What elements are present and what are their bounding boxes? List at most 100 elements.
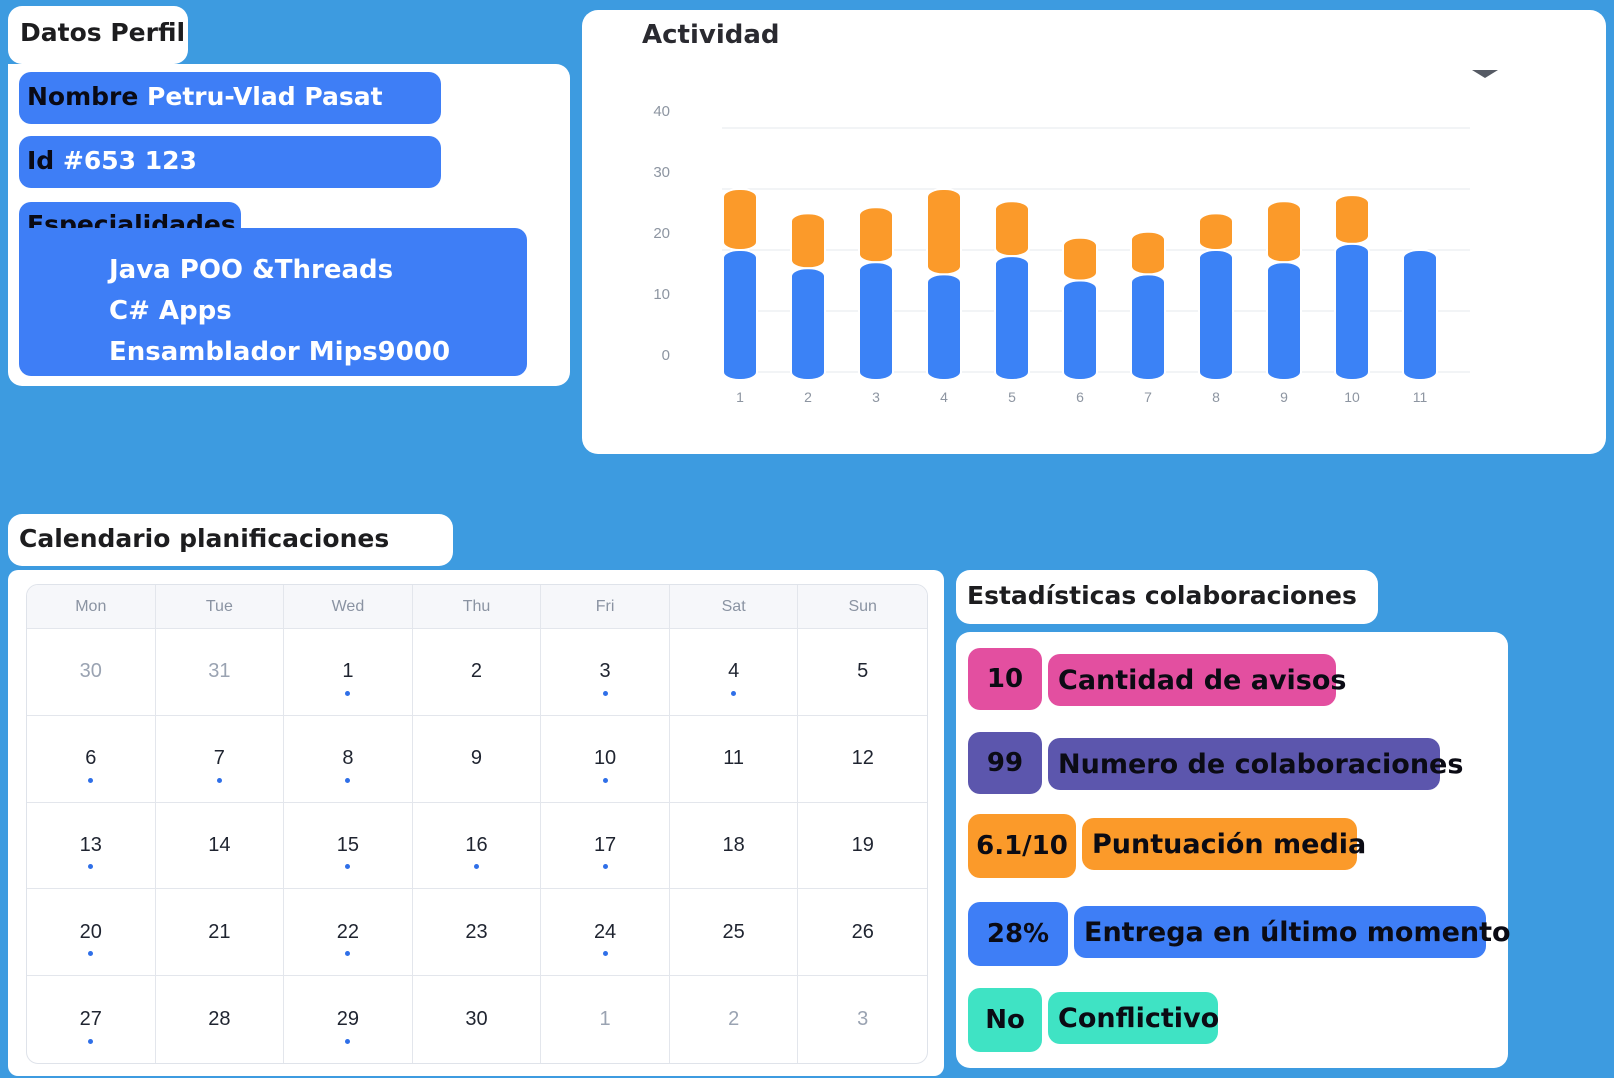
calendar-day[interactable]: 25: [669, 889, 799, 977]
activity-card: Actividad 0 10 20 30 40 1 2 3 4 5 6 7 8 9 10 11: [582, 10, 1606, 454]
calendar-day[interactable]: 27: [27, 976, 156, 1063]
calendar-day[interactable]: 15: [284, 802, 413, 890]
calendar-day-number: 3: [857, 1008, 869, 1031]
profile-id-row: Id #653 123: [19, 136, 441, 188]
calendar-grid: Mon Tue Wed Thu Fri Sat Sun 30 31 1 2 3 4 5 6 7 8 9 10 11 12…: [26, 584, 928, 1064]
calendar-day-number: 6: [85, 747, 97, 770]
profile-id-value: #653 123: [62, 146, 197, 175]
chart-x-tick-label: 11: [1413, 389, 1428, 405]
calendar-day[interactable]: 10: [541, 715, 670, 803]
calendar-day[interactable]: 20: [27, 889, 156, 977]
activity-chart: 0 10 20 30 40 1 2 3 4 5 6 7 8 9 10 11: [653, 103, 1470, 405]
chart-x-tick-label: 3: [872, 389, 880, 405]
calendar-day[interactable]: 4: [669, 629, 799, 716]
stat-label-notices: Cantidad de avisos: [1048, 654, 1347, 706]
stat-value-notices: 10: [968, 648, 1042, 710]
chart-bar: [1334, 242, 1370, 381]
calendar-day[interactable]: 21: [155, 889, 285, 977]
calendar-title: Calendario planificaciones: [19, 524, 390, 553]
calendar-day-number: 30: [79, 660, 102, 683]
calendar-day-number: 18: [722, 833, 745, 856]
specialty-item: Ensamblador Mips9000: [109, 337, 451, 367]
profile-section-title: Datos Perfil: [20, 18, 186, 47]
calendar-day[interactable]: 28: [156, 976, 285, 1063]
stat-value-last-minute: 28%: [968, 902, 1068, 966]
chart-y-tick-label: 30: [653, 164, 670, 181]
calendar-day-number: 1: [599, 1008, 611, 1031]
chart-bar: [926, 273, 962, 381]
calendar-day[interactable]: 17: [541, 802, 670, 890]
event-dot: [345, 864, 351, 870]
calendar-day[interactable]: 5: [798, 629, 927, 716]
chart-x-tick-label: 1: [736, 389, 744, 405]
calendar-day-number: 19: [851, 833, 874, 856]
stat-value-collaborations: 99: [968, 732, 1042, 794]
calendar-day[interactable]: 3: [798, 976, 927, 1063]
calendar-day[interactable]: 24: [541, 889, 670, 977]
chart-bar: [1198, 249, 1234, 381]
event-dot: [88, 1038, 94, 1044]
calendar-day[interactable]: 12: [798, 716, 927, 803]
chart-x-tick-label: 8: [1212, 389, 1220, 405]
calendar-day[interactable]: 1: [284, 629, 413, 716]
calendar-day-number: 1: [342, 660, 354, 683]
event-dot: [473, 864, 479, 870]
calendar-day[interactable]: 9: [412, 715, 542, 803]
calendar-day[interactable]: 14: [155, 802, 285, 890]
event-dot: [88, 864, 94, 870]
calendar-day-number: 10: [593, 747, 617, 770]
calendar-weekday-header: Sat: [669, 585, 799, 629]
calendar-day[interactable]: 30: [413, 976, 542, 1063]
calendar-day-number: 29: [336, 1008, 360, 1031]
calendar-day[interactable]: 13: [27, 802, 156, 890]
chart-y-tick-label: 0: [662, 347, 670, 364]
calendar-day[interactable]: 2: [412, 629, 542, 716]
calendar-day[interactable]: 19: [798, 803, 927, 890]
calendar-day-number: 20: [79, 920, 102, 943]
profile-id-key: Id: [27, 146, 55, 175]
chart-bar: [1062, 236, 1098, 282]
calendar-day[interactable]: 2: [670, 976, 799, 1063]
calendar-day[interactable]: 30: [27, 629, 156, 716]
specialty-item: Java POO &Threads: [109, 255, 394, 285]
chart-bar: [1402, 249, 1438, 381]
specialty-item: C# Apps: [109, 296, 232, 326]
calendar-day[interactable]: 3: [541, 629, 670, 716]
stats-card: 10 Cantidad de avisos 99 Numero de colab…: [956, 632, 1511, 1068]
calendar-day-number: 22: [336, 920, 360, 943]
calendar-day[interactable]: 7: [155, 715, 285, 803]
chart-bar: [994, 255, 1030, 382]
calendar-day-number: 17: [593, 833, 617, 856]
chart-bar: [790, 267, 826, 381]
calendar-day[interactable]: 1: [541, 976, 670, 1063]
profile-name-key: Nombre: [27, 82, 139, 111]
calendar-day[interactable]: 6: [27, 715, 156, 803]
profile-section-tab: Datos Perfil: [8, 6, 188, 64]
chart-bar: [1130, 230, 1166, 276]
calendar-weekday-header: Wed: [284, 585, 413, 629]
calendar-day[interactable]: 22: [284, 889, 413, 977]
calendar-day[interactable]: 29: [284, 976, 413, 1063]
event-dot: [88, 777, 94, 783]
calendar-day-number: 2: [728, 1008, 740, 1031]
event-dot: [602, 951, 608, 957]
calendar-day-number: 2: [470, 660, 483, 683]
calendar-day[interactable]: 8: [284, 715, 413, 803]
profile-name-value: Petru-Vlad Pasat: [147, 82, 383, 111]
chart-y-tick-label: 20: [653, 225, 670, 242]
chart-x-tick-label: 9: [1280, 389, 1288, 405]
event-dot: [602, 864, 608, 870]
chart-bar: [994, 200, 1030, 258]
calendar-day[interactable]: 26: [798, 889, 927, 977]
calendar-day[interactable]: 11: [669, 715, 799, 803]
chart-bar: [1062, 279, 1098, 381]
calendar-day-number: 30: [465, 1008, 488, 1031]
calendar-day[interactable]: 23: [412, 889, 542, 977]
chart-x-tick-label: 2: [804, 389, 812, 405]
calendar-section-tab: Calendario planificaciones: [8, 514, 453, 566]
calendar-day-number: 7: [213, 747, 225, 770]
calendar-day[interactable]: 18: [669, 802, 799, 890]
calendar-day[interactable]: 31: [155, 629, 285, 716]
calendar-day-number: 8: [342, 747, 354, 770]
calendar-day[interactable]: 16: [412, 802, 542, 890]
